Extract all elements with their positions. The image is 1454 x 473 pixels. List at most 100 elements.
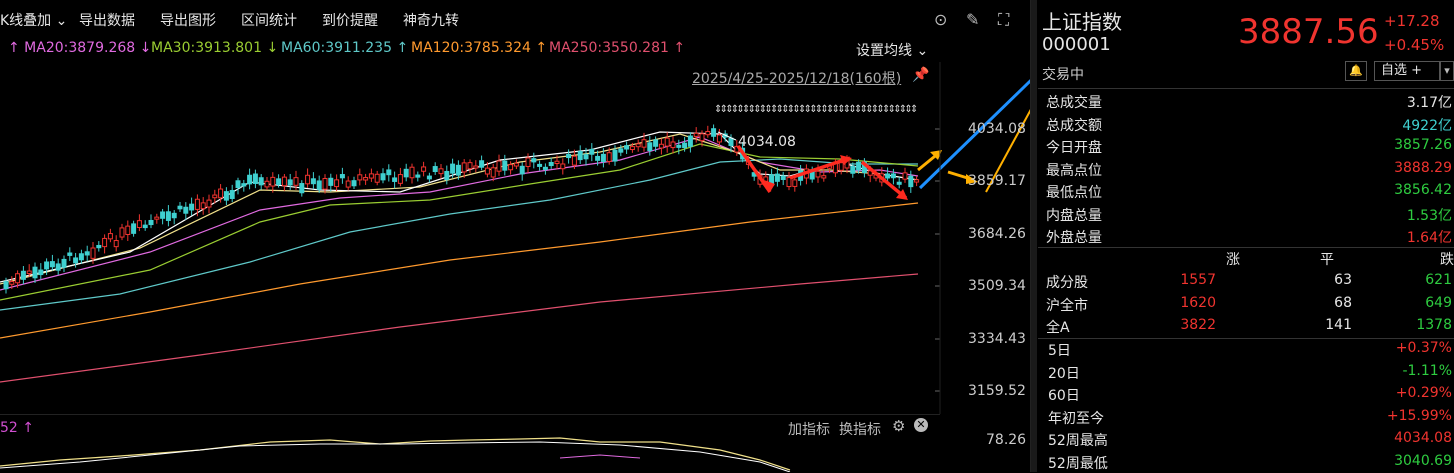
candle-body <box>502 160 508 171</box>
candle-body <box>479 160 485 168</box>
candle-body <box>426 175 432 180</box>
candle-body <box>351 180 357 187</box>
candle-body <box>3 281 9 290</box>
candle-body <box>566 153 572 159</box>
scrollbar[interactable] <box>1031 0 1037 472</box>
candle-body <box>229 190 235 199</box>
candle-body <box>838 162 844 171</box>
gear-icon[interactable]: ⚙ <box>892 417 905 435</box>
index-change-pct: +0.45% <box>1384 36 1445 54</box>
candle-body <box>20 270 26 280</box>
candle-body <box>560 163 566 170</box>
magic-nine-button[interactable]: 神奇九转 <box>403 10 459 30</box>
candle-body <box>589 148 595 155</box>
candle-body <box>890 173 896 179</box>
ma-settings-button[interactable]: 设置均线 ⌄ <box>856 40 928 60</box>
export-image-button[interactable]: 导出图形 <box>160 10 216 30</box>
bell-icon[interactable]: 🔔 <box>1345 61 1367 81</box>
stat-label: 今日开盘 <box>1046 140 1102 156</box>
candle-body <box>183 206 189 214</box>
candle-body <box>513 162 519 167</box>
candle-body <box>107 233 113 240</box>
breadth-header-up: 涨 <box>1226 252 1240 268</box>
candle-body <box>450 163 456 174</box>
candle-body <box>293 177 299 186</box>
period-value: +0.29% <box>1395 385 1452 401</box>
kline-overlay-menu[interactable]: K线叠加 ⌄ <box>0 10 67 30</box>
candle-body <box>264 180 270 188</box>
trend-arrow-down <box>736 145 772 193</box>
sub-indicator-chart <box>0 437 791 472</box>
candle-body <box>682 142 688 149</box>
candle-body <box>235 180 241 189</box>
candle-body <box>705 130 711 136</box>
breadth-down: 1378 <box>1416 317 1452 333</box>
candle-body <box>316 180 322 190</box>
price-tick: 3159.52 <box>968 383 1026 399</box>
add-watchlist-button[interactable]: 自选 + <box>1374 61 1440 81</box>
kline-chart[interactable]: ⇕⇕⇕⇕⇕⇕⇕⇕⇕⇕⇕⇕⇕⇕⇕⇕⇕⇕⇕⇕⇕⇕⇕⇕⇕⇕⇕⇕⇕⇕⇕⇕⇕⇕⇕⇕ <box>0 62 1030 414</box>
candle-body <box>392 177 398 182</box>
sub-indicator-value: 52 ↑ <box>0 420 34 436</box>
tick-marks <box>935 62 941 414</box>
chevron-down-icon: ⌄ <box>55 13 68 29</box>
breadth-up: 3822 <box>1180 317 1216 333</box>
period-label: 52周最高 <box>1048 433 1108 449</box>
period-value: 4034.08 <box>1394 430 1452 446</box>
stat-value: 1.53亿 <box>1406 207 1452 224</box>
candle-body <box>78 253 84 261</box>
candle-body <box>368 173 374 179</box>
candle-body <box>629 146 635 151</box>
candle-body <box>26 270 32 274</box>
range-stats-button[interactable]: 区间统计 <box>241 10 297 30</box>
stat-value: 3856.42 <box>1394 182 1452 198</box>
candle-body <box>252 173 258 184</box>
candle-body <box>200 202 206 210</box>
index-change: +17.28 <box>1384 12 1440 30</box>
candle-body <box>177 205 183 210</box>
chevron-down-icon: ⌄ <box>916 43 929 59</box>
candle-body <box>357 174 363 181</box>
ma60-line <box>0 158 918 311</box>
period-label: 年初至今 <box>1048 410 1104 427</box>
stat-label: 外盘总量 <box>1046 230 1102 246</box>
candle-body <box>792 179 798 187</box>
candle-body <box>276 178 282 185</box>
price-alert-button[interactable]: 到价提醒 <box>322 10 378 30</box>
more-dropdown-button[interactable]: ▾ <box>1440 61 1454 81</box>
price-tick: 3334.43 <box>968 331 1026 347</box>
candle-body <box>635 143 641 148</box>
candle-body <box>189 203 195 211</box>
candle-body <box>885 173 891 179</box>
candle-body <box>339 174 345 179</box>
fullscreen-icon[interactable]: ⛶ <box>998 10 1009 30</box>
expand-circle-icon[interactable]: ⊙ <box>934 10 947 29</box>
export-data-button[interactable]: 导出数据 <box>79 10 135 30</box>
candle-body <box>490 167 496 178</box>
close-icon[interactable]: ✕ <box>914 418 928 432</box>
candle-body <box>774 173 780 182</box>
stat-value: 4922亿 <box>1402 117 1452 134</box>
candle-body <box>281 176 287 187</box>
breadth-header-down: 跌 <box>1440 252 1454 268</box>
candle-body <box>125 225 131 236</box>
candle-body <box>577 151 583 161</box>
quote-panel: 上证指数 000001 3887.56 +17.28 +0.45% 交易中 🔔 … <box>1038 0 1454 472</box>
ma-legend: ↑ MA20:3879.268 ↓ MA30:3913.801 ↓ MA60:3… <box>0 38 940 62</box>
candle-body <box>670 141 676 149</box>
brush-icon[interactable]: ✎ <box>966 10 979 29</box>
index-price: 3887.56 <box>1238 12 1379 52</box>
trading-status: 交易中 <box>1042 67 1084 83</box>
candle-body <box>728 137 734 146</box>
candle-body <box>821 175 827 179</box>
candle-body <box>554 160 560 164</box>
candle-body <box>600 153 606 162</box>
candle-body <box>438 168 444 175</box>
stat-label: 内盘总量 <box>1046 207 1102 224</box>
candle-body <box>444 170 450 181</box>
period-label: 60日 <box>1048 388 1080 404</box>
candle-body <box>432 166 438 173</box>
candle-body <box>38 269 44 276</box>
stat-value: 3857.26 <box>1394 137 1452 153</box>
candle-body <box>571 155 577 166</box>
